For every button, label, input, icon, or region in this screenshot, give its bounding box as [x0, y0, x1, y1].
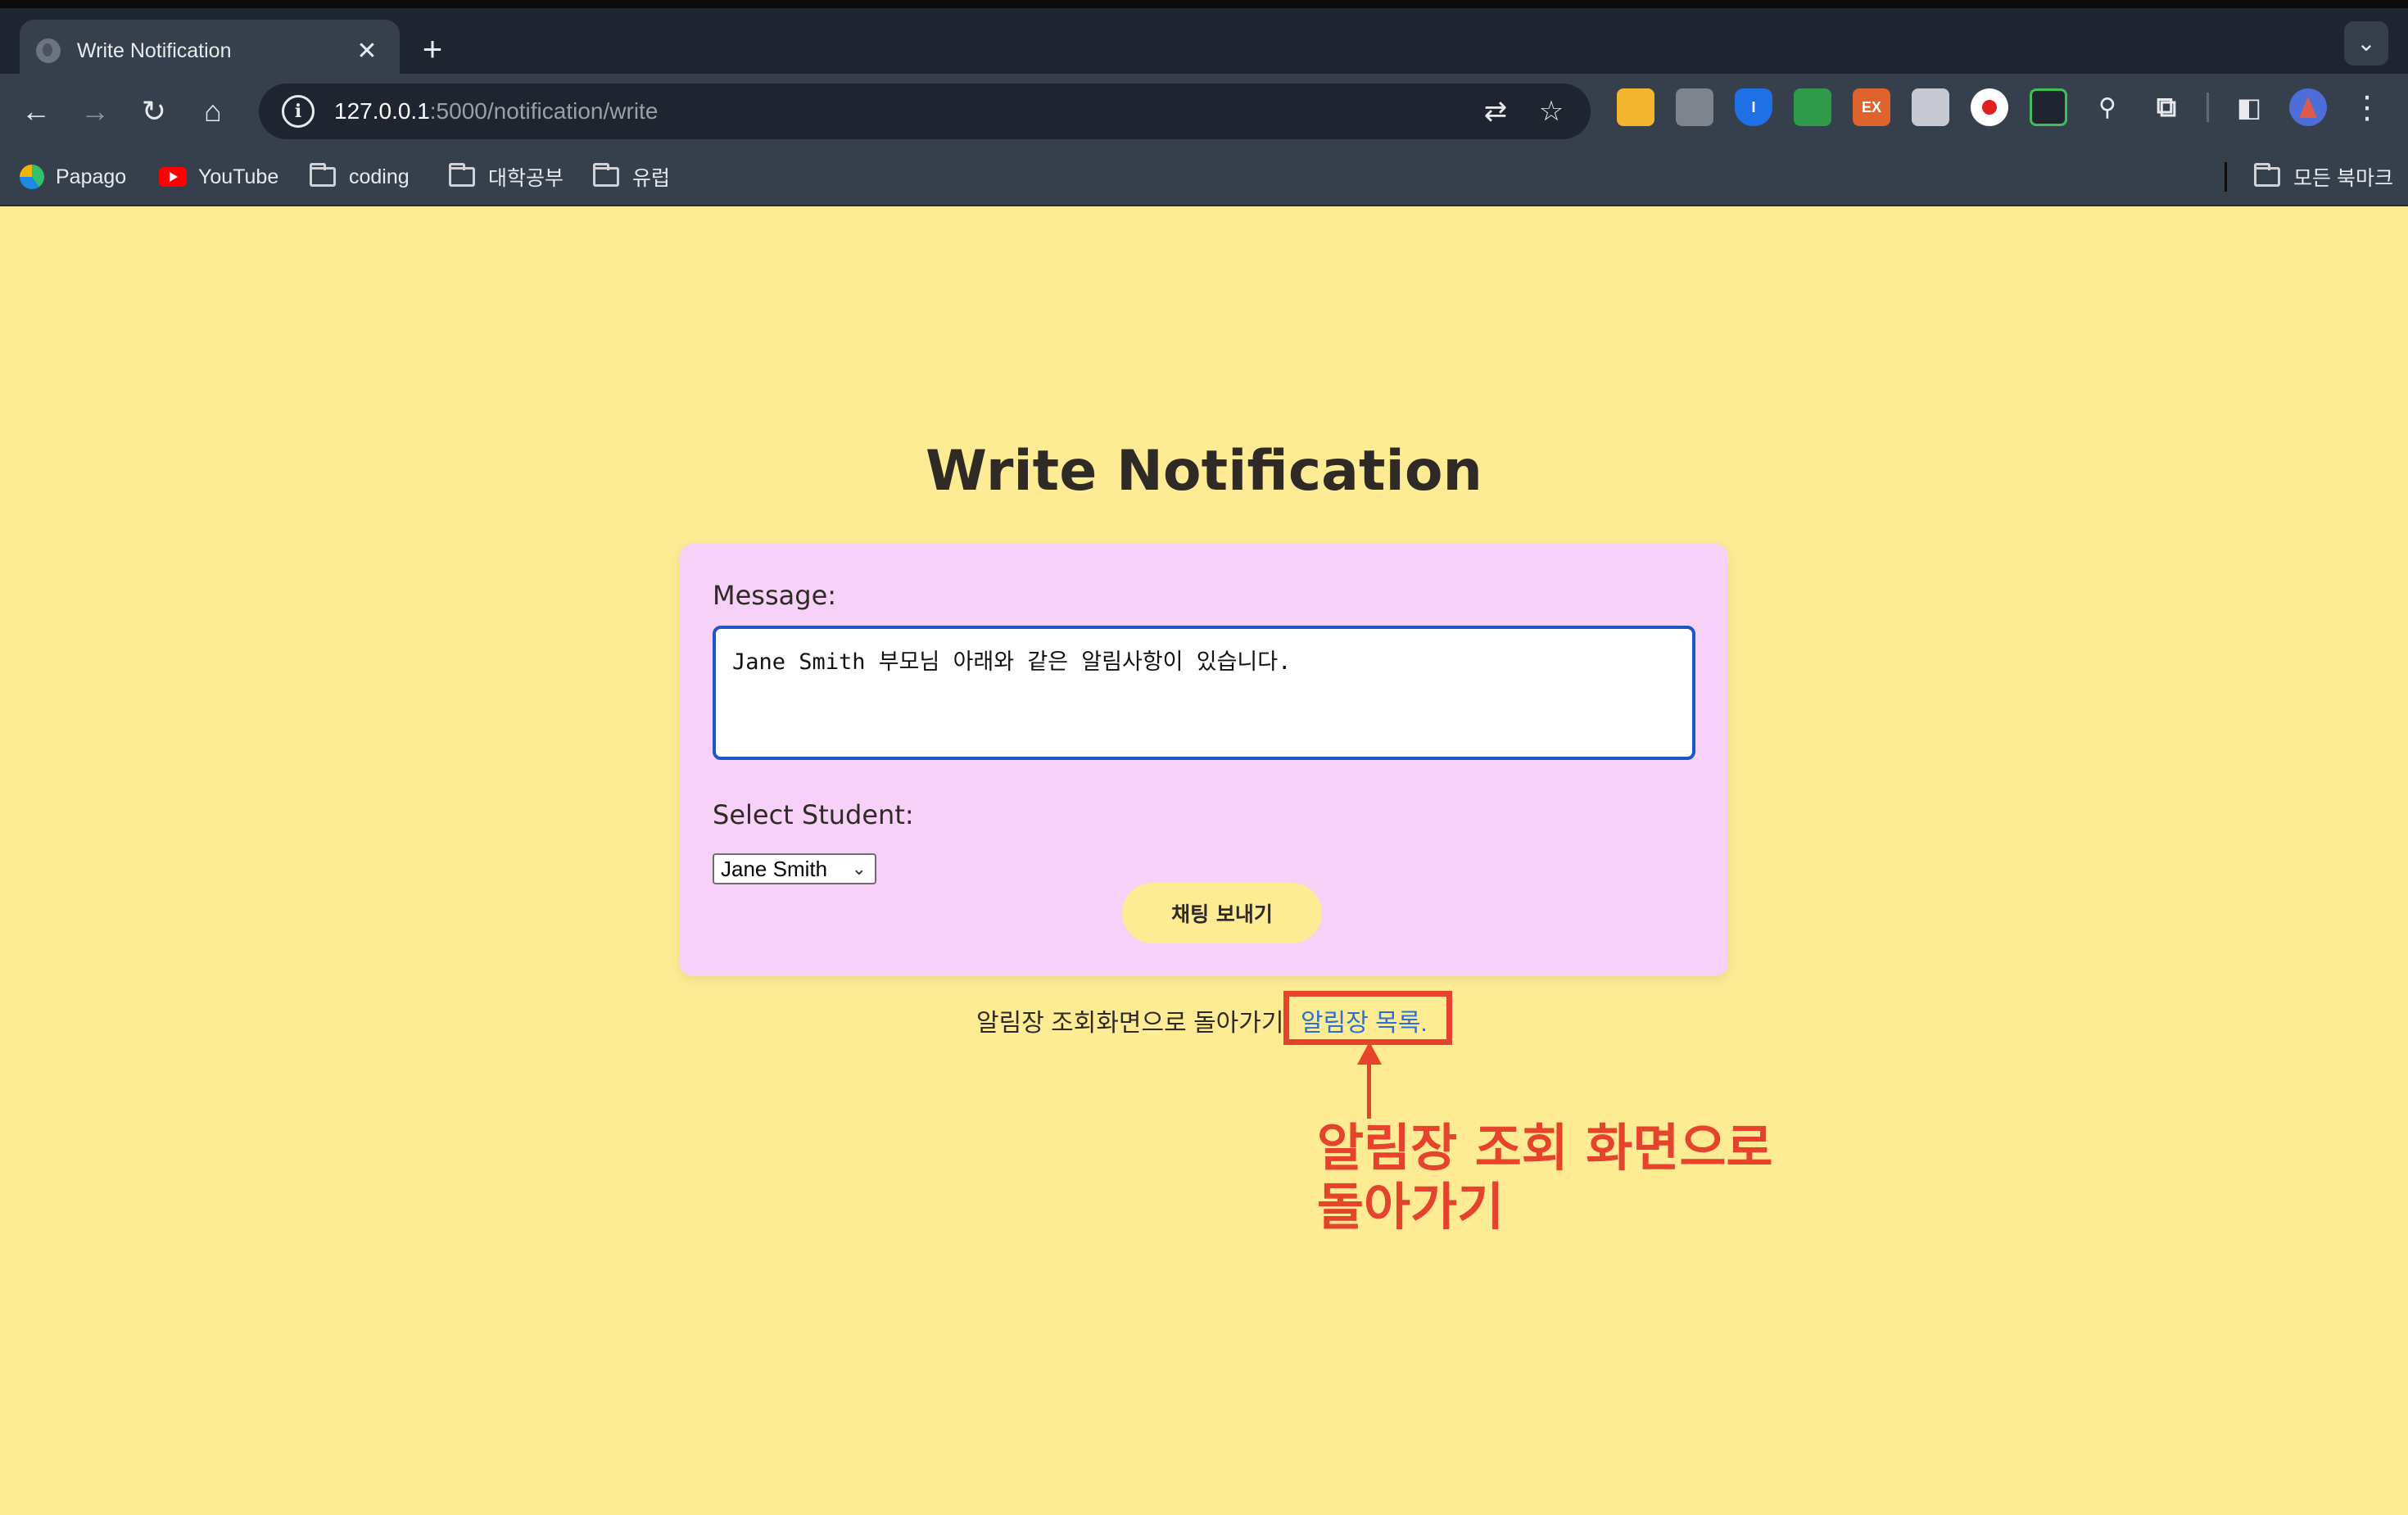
globe-icon	[36, 38, 61, 63]
page-title: Write Notification	[926, 439, 1482, 504]
address-bar[interactable]: i 127.0.0.1:5000/notification/write ⇄ ☆	[259, 84, 1591, 139]
tab-title: Write Notification	[77, 38, 232, 62]
back-button[interactable]: ←	[13, 88, 59, 134]
bookmarks-divider	[2225, 162, 2227, 192]
all-bookmarks-label: 모든 북마크	[2293, 167, 2393, 190]
bookmark-papago[interactable]: Papago	[20, 161, 126, 193]
tab-search-button[interactable]: ⌄	[2344, 21, 2388, 66]
extensions-puzzle-icon[interactable]: ⧉	[2148, 88, 2185, 126]
annotation-highlight-box	[1283, 991, 1452, 1045]
forward-button[interactable]: →	[72, 88, 118, 134]
folder-icon	[310, 163, 336, 187]
notification-form: Message: Jane Smith 부모님 아래와 같은 알림사항이 있습니…	[680, 544, 1728, 976]
browser-toolbar: ← → ↻ ⌂ i 127.0.0.1:5000/notification/wr…	[0, 74, 2408, 149]
extension-pin-icon[interactable]: ⚲	[2089, 88, 2126, 126]
extension-camera-icon[interactable]	[1676, 88, 1713, 126]
send-chat-button[interactable]: 채팅 보내기	[1122, 883, 1322, 943]
side-panel-icon[interactable]: ◧	[2230, 88, 2268, 126]
all-bookmarks-folder[interactable]: 모든 북마크	[2254, 161, 2393, 193]
menu-icon[interactable]: ⋮	[2348, 89, 2386, 126]
tab-bar: Write Notification ✕ + ⌄	[0, 8, 2408, 82]
extension-play-icon[interactable]	[2030, 88, 2067, 126]
youtube-icon	[159, 167, 187, 187]
annotation-line-1: 알림장 조회 화면으로	[1317, 1118, 1773, 1178]
bookmark-label: 대학공부	[488, 167, 564, 190]
bookmark-folder-university[interactable]: 대학공부	[449, 161, 564, 193]
bookmark-label: Papago	[56, 165, 127, 188]
back-to-list-text: 알림장 조회화면으로 돌아가기	[976, 1010, 1284, 1037]
extensions-row: I EX ⚲ ⧉ ◧ ⋮	[1617, 88, 2386, 126]
new-tab-button[interactable]: +	[414, 26, 450, 72]
reload-button[interactable]: ↻	[131, 88, 177, 134]
folder-icon	[593, 163, 619, 187]
papago-icon	[20, 165, 44, 189]
student-select[interactable]: Jane Smith ⌄	[713, 853, 876, 884]
chevron-down-icon: ⌄	[851, 858, 867, 879]
bookmark-folder-coding[interactable]: coding	[310, 161, 410, 193]
annotation-line-2: 돌아가기	[1317, 1177, 1505, 1237]
folder-icon	[2254, 163, 2280, 187]
extension-keep-icon[interactable]	[1617, 88, 1654, 126]
folder-icon	[449, 163, 475, 187]
bookmark-youtube[interactable]: YouTube	[159, 161, 278, 193]
close-tab-icon[interactable]: ✕	[351, 37, 383, 66]
bookmark-label: coding	[349, 165, 410, 188]
student-select-value: Jane Smith	[721, 856, 828, 881]
message-label: Message:	[713, 580, 837, 611]
toolbar-separator	[2207, 93, 2209, 122]
extension-bitwarden-icon[interactable]: I	[1735, 88, 1772, 126]
url-host: 127.0.0.1	[334, 98, 430, 124]
profile-avatar[interactable]	[2289, 88, 2327, 126]
window-top-edge	[0, 0, 2408, 8]
student-label: Select Student:	[713, 799, 914, 830]
site-info-icon[interactable]: i	[282, 95, 315, 128]
extension-printer-icon[interactable]	[1912, 88, 1949, 126]
active-tab[interactable]: Write Notification ✕	[20, 20, 400, 82]
bookmark-label: YouTube	[198, 165, 279, 188]
annotation-arrow-line	[1367, 1060, 1371, 1119]
bookmark-folder-europe[interactable]: 유럽	[593, 161, 670, 193]
url-path: :5000/notification/write	[429, 98, 659, 124]
annotation-text: 알림장 조회 화면으로 돌아가기	[1317, 1119, 1773, 1237]
extension-record-icon[interactable]	[1971, 88, 2008, 126]
extension-ex-icon[interactable]: EX	[1853, 88, 1890, 126]
message-textarea[interactable]: Jane Smith 부모님 아래와 같은 알림사항이 있습니다.	[713, 626, 1695, 760]
bookmark-star-icon[interactable]: ☆	[1532, 92, 1571, 131]
bookmarks-bar: Papago YouTube coding 대학공부 유럽 모든 북마크	[0, 149, 2408, 206]
translate-icon[interactable]: ⇄	[1476, 92, 1515, 131]
home-button[interactable]: ⌂	[190, 88, 236, 134]
bookmark-label: 유럽	[632, 167, 671, 190]
extension-screen-icon[interactable]	[1794, 88, 1831, 126]
